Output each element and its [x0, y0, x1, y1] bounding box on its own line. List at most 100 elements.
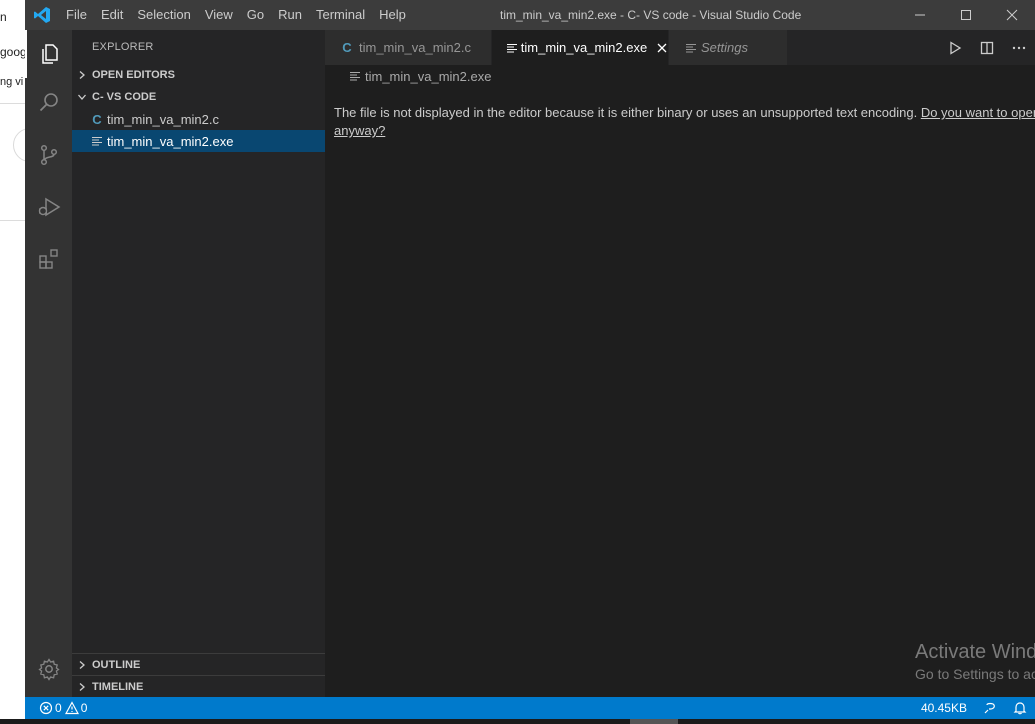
feedback-icon — [984, 702, 995, 714]
activity-bar — [25, 30, 72, 697]
minimize-icon — [915, 14, 925, 16]
background-circle — [13, 128, 25, 162]
manage-button[interactable] — [25, 645, 72, 693]
error-icon — [39, 701, 53, 715]
error-count: 0 — [55, 701, 62, 715]
notifications-button[interactable] — [1005, 697, 1035, 719]
file-name: tim_min_va_min2.exe — [107, 133, 234, 149]
tab-close-button[interactable] — [655, 40, 668, 56]
chevron-down-icon — [72, 92, 92, 102]
timeline-label: TIMELINE — [92, 680, 144, 693]
menu-selection[interactable]: Selection — [130, 0, 197, 30]
menu-terminal[interactable]: Terminal — [309, 0, 372, 30]
timeline-section[interactable]: TIMELINE — [72, 675, 325, 697]
open-editors-section[interactable]: OPEN EDITORS — [72, 64, 325, 86]
menu-run[interactable]: Run — [271, 0, 309, 30]
menu-help[interactable]: Help — [372, 0, 413, 30]
search-button[interactable] — [25, 78, 72, 126]
chevron-right-icon — [72, 682, 92, 692]
file-item-exe[interactable]: tim_min_va_min2.exe — [72, 130, 325, 152]
more-actions-button[interactable] — [1003, 30, 1035, 65]
ellipsis-icon — [1012, 46, 1026, 49]
editor-actions — [939, 30, 1035, 65]
explorer-sidebar: EXPLORER OPEN EDITORS C- VS CODE C tim_m… — [72, 30, 325, 697]
tab-c-file[interactable]: C tim_min_va_min2.c — [325, 30, 492, 65]
file-item-c[interactable]: C tim_min_va_min2.c — [72, 108, 325, 130]
file-lines-icon — [89, 135, 105, 147]
status-right: 40.45KB — [913, 697, 1035, 719]
search-icon — [39, 93, 58, 112]
maximize-button[interactable] — [943, 0, 989, 30]
window-controls — [897, 0, 1035, 30]
tab-exe-file[interactable]: tim_min_va_min2.exe — [492, 30, 669, 65]
problems-indicator[interactable]: 0 0 — [39, 701, 90, 715]
breadcrumb-item[interactable]: tim_min_va_min2.exe — [365, 69, 491, 84]
folder-label: C- VS CODE — [92, 91, 157, 103]
outline-section[interactable]: OUTLINE — [72, 653, 325, 675]
window-title: tim_min_va_min2.exe - C- VS code - Visua… — [500, 8, 802, 22]
background-text: goog — [0, 45, 25, 59]
maximize-icon — [961, 10, 971, 20]
menu-go[interactable]: Go — [240, 0, 271, 30]
files-icon — [41, 44, 58, 64]
background-divider — [0, 103, 25, 104]
activation-watermark: Activate Windows Go to Settings to activ… — [915, 641, 1035, 682]
background-browser-window: n goog ng vi — [0, 0, 25, 724]
menu-edit[interactable]: Edit — [94, 0, 130, 30]
open-editors-label: OPEN EDITORS — [92, 69, 175, 81]
bell-icon — [1013, 702, 1027, 715]
tab-label: Settings — [701, 40, 748, 55]
close-icon — [657, 43, 667, 52]
editor-tab-bar: C tim_min_va_min2.c tim_min_va_min2.exe … — [325, 30, 1035, 65]
menu-file[interactable]: File — [59, 0, 94, 30]
play-icon — [950, 40, 962, 55]
tab-label: tim_min_va_min2.exe — [520, 40, 648, 55]
split-editor-icon — [980, 41, 994, 54]
tab-settings[interactable]: Settings — [669, 30, 788, 65]
run-debug-icon — [38, 197, 60, 217]
chevron-right-icon — [72, 70, 92, 80]
background-text: ng vi — [0, 76, 24, 88]
file-lines-icon — [347, 70, 363, 82]
outline-label: OUTLINE — [92, 658, 141, 671]
sidebar-title: EXPLORER — [92, 41, 154, 53]
watermark-subtitle: Go to Settings to activate Windows. — [915, 666, 1035, 682]
file-lines-icon — [506, 42, 519, 54]
gear-icon — [37, 658, 60, 681]
split-editor-button[interactable] — [971, 30, 1003, 65]
menu-bar: File Edit Selection View Go Run Terminal… — [59, 0, 413, 30]
close-window-button[interactable] — [989, 0, 1035, 30]
extensions-icon — [38, 249, 58, 269]
message-text: The file is not displayed in the editor … — [334, 105, 918, 120]
minimize-button[interactable] — [897, 0, 943, 30]
file-lines-icon — [683, 42, 699, 54]
title-bar: File Edit Selection View Go Run Terminal… — [25, 0, 1035, 30]
c-file-icon: C — [342, 40, 352, 55]
extensions-button[interactable] — [25, 235, 72, 283]
taskbar-indicator — [630, 719, 678, 724]
vscode-logo-icon — [25, 0, 59, 30]
breadcrumb: tim_min_va_min2.exe — [325, 65, 1035, 87]
run-button[interactable] — [939, 30, 971, 65]
source-control-button[interactable] — [25, 131, 72, 179]
file-size: 40.45KB — [920, 701, 967, 715]
warning-count: 0 — [80, 701, 88, 715]
file-name: tim_min_va_min2.c — [107, 111, 219, 127]
watermark-title: Activate Windows — [915, 641, 1035, 663]
chevron-right-icon — [72, 660, 92, 670]
os-taskbar — [0, 719, 1035, 724]
background-text: n — [0, 10, 7, 24]
feedback-button[interactable] — [975, 697, 1005, 719]
source-control-icon — [40, 144, 57, 166]
warning-icon — [64, 701, 79, 715]
c-file-icon: C — [92, 111, 102, 127]
menu-view[interactable]: View — [198, 0, 240, 30]
close-icon — [1006, 9, 1018, 21]
folder-section[interactable]: C- VS CODE — [72, 86, 325, 108]
editor-area: The file is not displayed in the editor … — [325, 87, 1035, 697]
background-divider — [0, 220, 25, 221]
run-debug-button[interactable] — [25, 183, 72, 231]
explorer-button[interactable] — [25, 30, 72, 78]
status-bar: 0 0 40.45KB — [25, 697, 1035, 719]
binary-file-message: The file is not displayed in the editor … — [334, 104, 1035, 140]
